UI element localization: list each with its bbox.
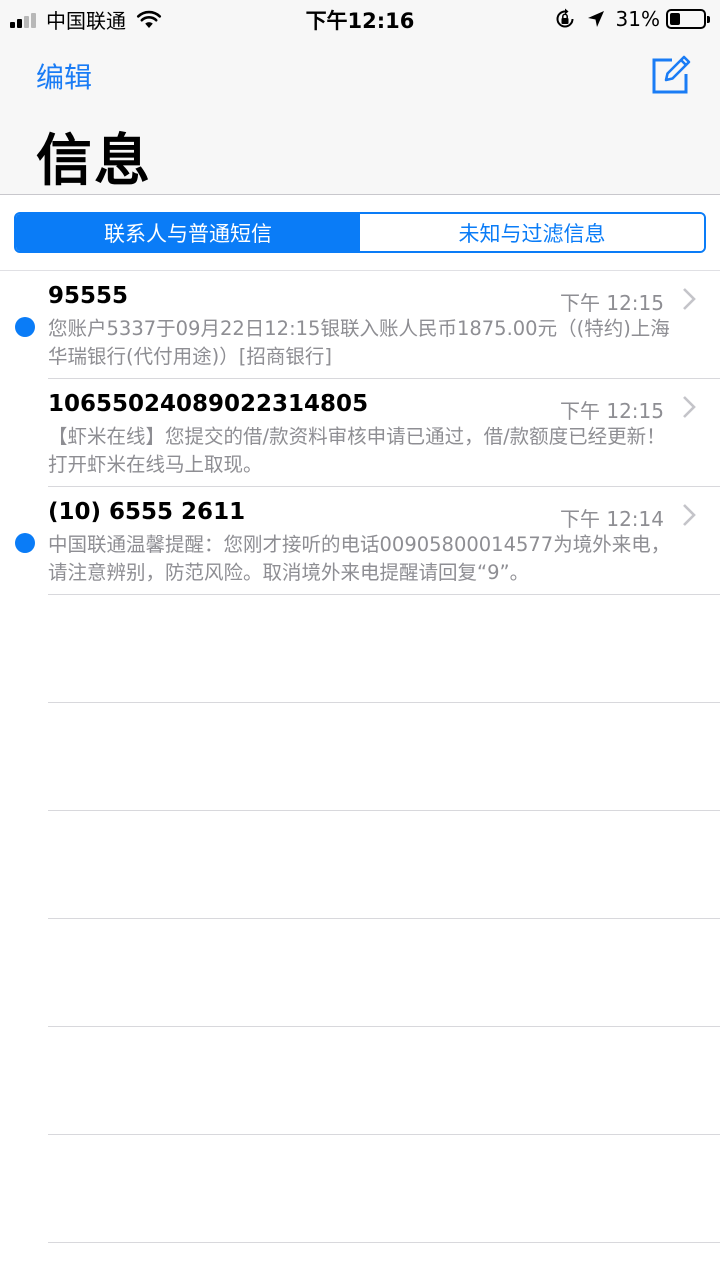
message-time: 下午 12:14 xyxy=(560,507,664,531)
empty-list-row xyxy=(0,703,720,811)
message-preview: 中国联通温馨提醒：您刚才接听的电话00905800014577为境外来电，请注意… xyxy=(48,533,671,584)
location-arrow-icon xyxy=(587,11,604,27)
battery-icon xyxy=(666,9,710,29)
page-title: 信息 xyxy=(36,129,152,194)
battery-level xyxy=(670,13,680,25)
message-sender: (10) 6555 2611 xyxy=(48,499,246,525)
empty-list-row xyxy=(0,919,720,1027)
message-time: 下午 12:15 xyxy=(560,291,664,315)
chevron-right-icon xyxy=(683,288,696,310)
battery-percentage: 31% xyxy=(615,7,660,31)
message-sender: 10655024089022314805 xyxy=(48,391,369,417)
tab-unknown-filtered[interactable]: 未知与过滤信息 xyxy=(360,214,704,251)
status-bar: 中国联通 下午12:16 31% xyxy=(0,0,720,38)
chevron-right-icon xyxy=(683,504,696,526)
empty-list-row xyxy=(0,1027,720,1135)
unread-indicator-icon xyxy=(15,317,35,337)
message-sender: 95555 xyxy=(48,283,129,309)
edit-button[interactable]: 编辑 xyxy=(36,56,92,96)
compose-icon[interactable] xyxy=(650,52,694,96)
message-list: 95555 下午 12:15 您账户5337于09月22日12:15银联入账人民… xyxy=(0,271,720,1243)
tab-contacts-sms[interactable]: 联系人与普通短信 xyxy=(16,214,360,251)
message-row[interactable]: (10) 6555 2611 下午 12:14 中国联通温馨提醒：您刚才接听的电… xyxy=(0,487,720,595)
message-time: 下午 12:15 xyxy=(560,399,664,423)
message-row[interactable]: 10655024089022314805 下午 12:15 【虾米在线】您提交的… xyxy=(0,379,720,487)
empty-list-row xyxy=(0,595,720,703)
message-preview: 【虾米在线】您提交的借/款资料审核申请已通过，借/款额度已经更新！打开虾米在线马… xyxy=(48,425,666,476)
message-row[interactable]: 95555 下午 12:15 您账户5337于09月22日12:15银联入账人民… xyxy=(0,271,720,379)
message-preview: 您账户5337于09月22日12:15银联入账人民币1875.00元（(特约)上… xyxy=(48,317,670,368)
empty-list-row xyxy=(0,1135,720,1243)
chevron-right-icon xyxy=(683,396,696,418)
filter-segmented-control: 联系人与普通短信 未知与过滤信息 xyxy=(14,212,706,253)
nav-header: 编辑 信息 xyxy=(0,38,720,195)
empty-list-row xyxy=(0,811,720,919)
unread-indicator-icon xyxy=(15,533,35,553)
rotation-lock-icon xyxy=(556,8,574,28)
